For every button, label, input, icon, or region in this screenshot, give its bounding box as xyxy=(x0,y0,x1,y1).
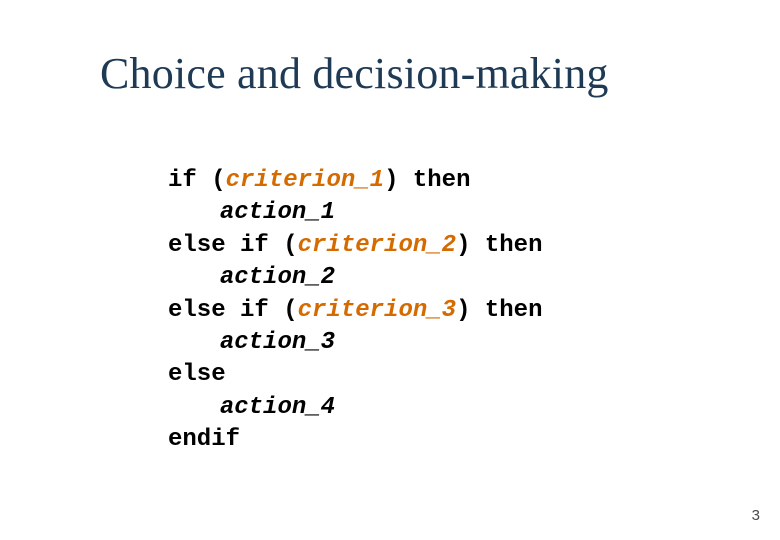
slide-title: Choice and decision-making xyxy=(100,48,609,99)
action-3: action_3 xyxy=(220,329,335,356)
kw-elseif-1: else if xyxy=(168,232,283,259)
kw-if: if xyxy=(168,167,211,194)
paren-then-1: ) then xyxy=(384,167,470,194)
paren-open-1: ( xyxy=(211,167,225,194)
kw-else: else xyxy=(168,361,226,388)
paren-open-2: ( xyxy=(283,232,297,259)
action-1: action_1 xyxy=(220,199,335,226)
kw-elseif-2: else if xyxy=(168,297,283,324)
code-line-8: action_4 xyxy=(168,392,542,424)
paren-open-3: ( xyxy=(283,297,297,324)
paren-then-2: ) then xyxy=(456,232,542,259)
criterion-3: criterion_3 xyxy=(298,297,456,324)
code-line-9: endif xyxy=(168,424,542,456)
code-block: if (criterion_1) then action_1 else if (… xyxy=(168,165,542,457)
page-number: 3 xyxy=(752,507,760,524)
action-4: action_4 xyxy=(220,394,335,421)
criterion-1: criterion_1 xyxy=(226,167,384,194)
paren-then-3: ) then xyxy=(456,297,542,324)
code-line-3: else if (criterion_2) then xyxy=(168,230,542,262)
code-line-7: else xyxy=(168,359,542,391)
kw-endif: endif xyxy=(168,426,240,453)
slide: Choice and decision-making if (criterion… xyxy=(0,0,780,540)
code-line-5: else if (criterion_3) then xyxy=(168,295,542,327)
code-line-6: action_3 xyxy=(168,327,542,359)
code-line-2: action_1 xyxy=(168,197,542,229)
code-line-4: action_2 xyxy=(168,262,542,294)
code-line-1: if (criterion_1) then xyxy=(168,165,542,197)
criterion-2: criterion_2 xyxy=(298,232,456,259)
action-2: action_2 xyxy=(220,264,335,291)
